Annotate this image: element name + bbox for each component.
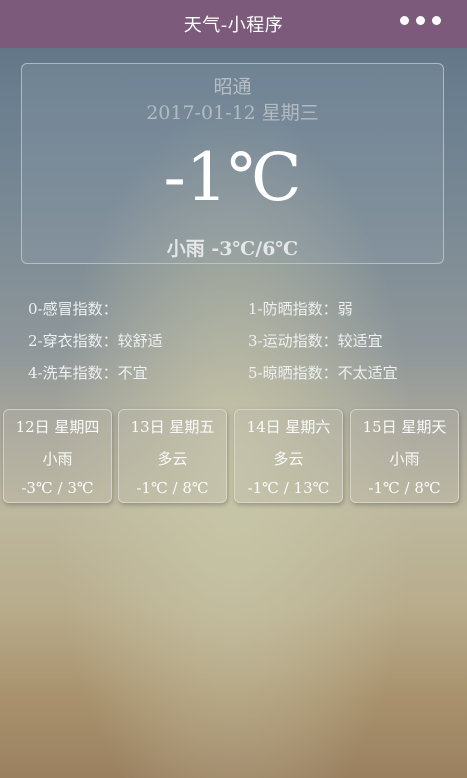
more-dot xyxy=(416,16,425,25)
index-item: 4-洗车指数：不宜 xyxy=(28,364,148,382)
index-item: 5-晾晒指数：不太适宜 xyxy=(248,364,398,382)
index-item: 0-感冒指数： xyxy=(28,300,118,318)
city-name: 昭通 xyxy=(213,76,252,98)
index-item: 3-运动指数：较适宜 xyxy=(248,332,383,350)
current-date: 2017-01-12 星期三 xyxy=(146,102,319,124)
forecast-day: 14日 星期六 xyxy=(246,418,331,436)
weather-summary: 小雨 -3℃/6℃ xyxy=(166,238,299,260)
current-weather-card: 昭通 2017-01-12 星期三 -1℃ 小雨 -3℃/6℃ xyxy=(21,63,444,264)
forecast-range: -3℃ / 3℃ xyxy=(21,479,94,497)
forecast-card[interactable]: 15日 星期天 小雨 -1℃ / 8℃ xyxy=(350,409,459,503)
navigation-bar: 天气-小程序 xyxy=(0,0,467,48)
forecast-condition: 多云 xyxy=(157,450,188,468)
index-item: 2-穿衣指数：较舒适 xyxy=(28,332,163,350)
forecast-day: 12日 星期四 xyxy=(15,418,100,436)
indices-row: 0-感冒指数： 1-防晒指数：弱 xyxy=(28,298,448,330)
forecast-day: 15日 星期天 xyxy=(362,418,447,436)
indices-row: 4-洗车指数：不宜 5-晾晒指数：不太适宜 xyxy=(28,362,448,394)
indices-row: 2-穿衣指数：较舒适 3-运动指数：较适宜 xyxy=(28,330,448,362)
forecast-card[interactable]: 14日 星期六 多云 -1℃ / 13℃ xyxy=(234,409,343,503)
more-dots-icon[interactable] xyxy=(400,16,441,25)
more-dot xyxy=(432,16,441,25)
forecast-card[interactable]: 13日 星期五 多云 -1℃ / 8℃ xyxy=(118,409,227,503)
forecast-day: 13日 星期五 xyxy=(130,418,215,436)
current-temperature: -1℃ xyxy=(163,139,302,216)
more-dot xyxy=(400,16,409,25)
forecast-condition: 小雨 xyxy=(42,450,73,468)
forecast-card[interactable]: 12日 星期四 小雨 -3℃ / 3℃ xyxy=(3,409,112,503)
forecast-range: -1℃ / 8℃ xyxy=(136,479,209,497)
forecast-condition: 多云 xyxy=(273,450,304,468)
forecast-range: -1℃ / 8℃ xyxy=(368,479,441,497)
life-indices: 0-感冒指数： 1-防晒指数：弱 2-穿衣指数：较舒适 3-运动指数：较适宜 4… xyxy=(28,298,448,394)
app-title: 天气-小程序 xyxy=(183,15,284,36)
forecast-range: -1℃ / 13℃ xyxy=(247,479,330,497)
index-item: 1-防晒指数：弱 xyxy=(248,300,353,318)
forecast-list: 12日 星期四 小雨 -3℃ / 3℃ 13日 星期五 多云 -1℃ / 8℃ … xyxy=(3,409,467,504)
forecast-condition: 小雨 xyxy=(389,450,420,468)
